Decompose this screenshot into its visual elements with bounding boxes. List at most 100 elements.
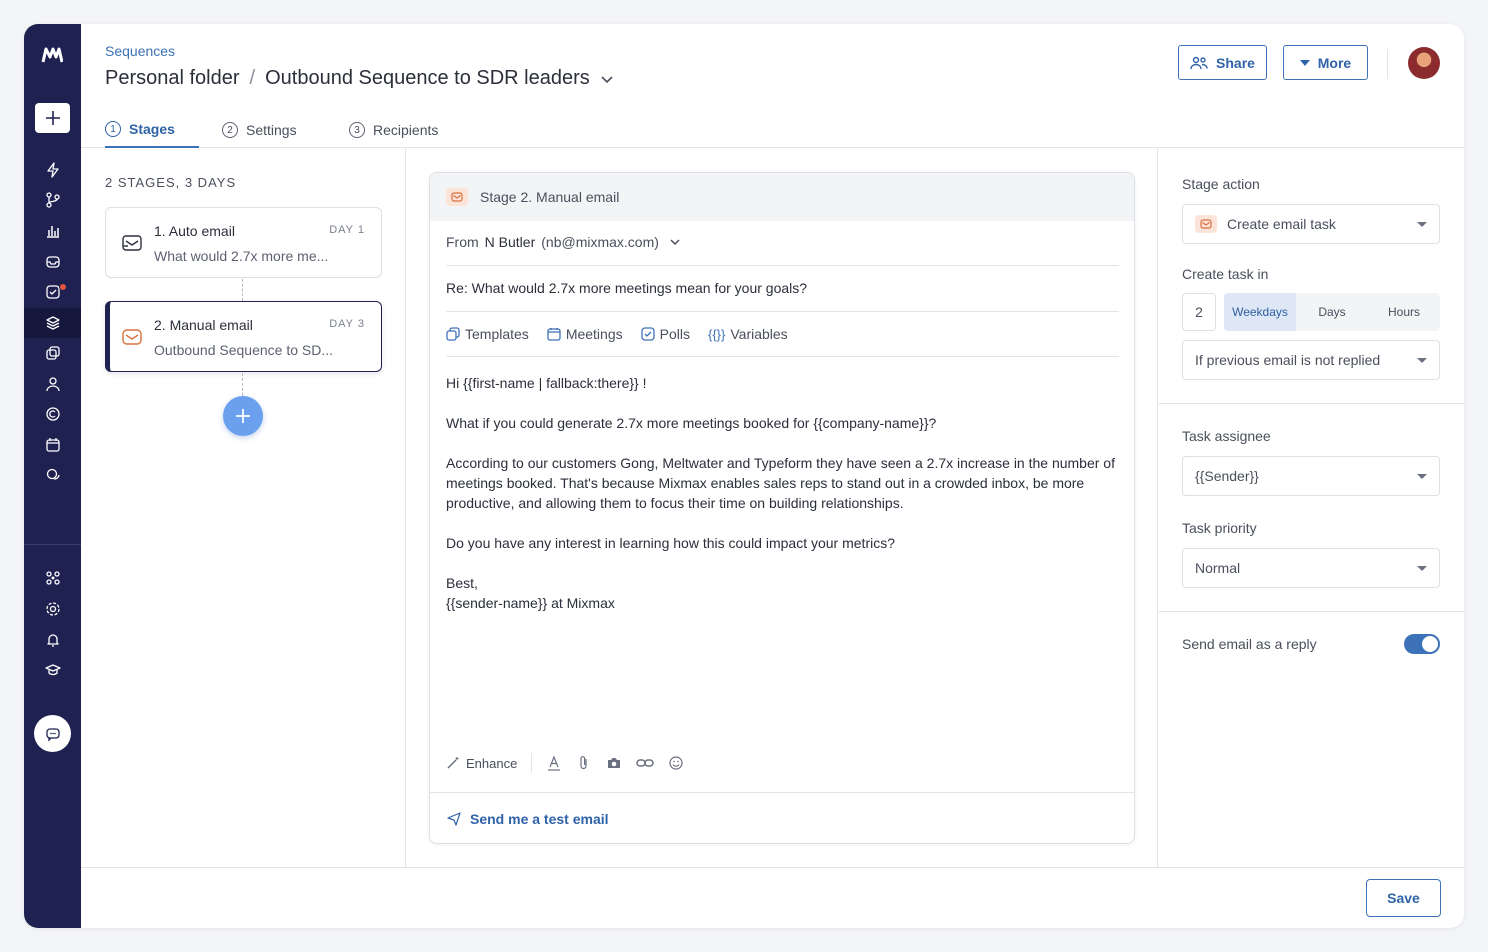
from-row[interactable]: From N Butler (nb@mixmax.com) [446,234,681,250]
subject-field[interactable]: Re: What would 2.7x more meetings mean f… [446,280,807,296]
more-button[interactable]: More [1283,45,1368,80]
section-divider [1158,611,1464,612]
magic-wand-icon [447,757,459,769]
format-toolbar: Enhance [446,753,684,773]
stage-settings-panel: Stage action Create email task Create ta… [1157,148,1464,867]
tab-settings[interactable]: 2 Settings [222,112,297,148]
unit-hours[interactable]: Hours [1368,293,1440,331]
condition-select[interactable]: If previous email is not replied [1182,340,1440,380]
add-stage-button[interactable] [223,396,263,436]
branch-icon[interactable] [24,185,81,215]
calendar-icon[interactable] [24,430,81,460]
task-priority-select[interactable]: Normal [1182,548,1440,588]
emoji-icon[interactable] [668,755,684,771]
notification-dot [59,283,67,291]
from-label: From [446,234,479,250]
auto-email-icon [122,235,142,251]
time-unit-toggle: Weekdays Days Hours [1224,293,1440,331]
manual-email-icon [122,329,142,345]
integrations-icon[interactable] [24,563,81,593]
settings-gear-icon[interactable] [24,594,81,624]
tab-label: Stages [129,121,175,137]
chevron-down-icon[interactable] [600,72,614,86]
stage-connector [242,279,243,301]
stage-preview: What would 2.7x more me... [154,248,329,264]
users-icon [1190,56,1208,69]
variables-button[interactable]: {{}} Variables [708,326,788,342]
sequence-name[interactable]: Outbound Sequence to SDR leaders [265,67,590,90]
tab-stages[interactable]: 1 Stages [105,112,199,148]
body-paragraph: What if you could generate 2.7x more mee… [446,415,937,431]
unit-weekdays[interactable]: Weekdays [1224,293,1296,331]
tab-label: Settings [246,122,297,138]
contacts-icon[interactable] [24,369,81,399]
footer-divider [81,867,1464,868]
templates-label: Templates [465,326,529,342]
mixmax-logo[interactable] [41,46,63,64]
unit-days[interactable]: Days [1296,293,1368,331]
polls-label: Polls [659,326,690,342]
sidebar-divider [24,544,81,545]
support-chat-button[interactable] [34,715,71,752]
graduation-cap-icon[interactable] [24,655,81,685]
send-test-label: Send me a test email [470,811,609,827]
envelope-icon [1195,215,1217,233]
bar-chart-icon[interactable] [24,216,81,246]
folder-name[interactable]: Personal folder [105,67,240,90]
sidebar [24,24,81,928]
caret-down-icon [1299,59,1310,66]
send-as-reply-toggle[interactable] [1404,634,1440,654]
tab-label: Recipients [373,122,439,138]
templates-icon [446,327,460,341]
tab-recipients[interactable]: 3 Recipients [349,112,438,148]
stage-title: Stage 2. Manual email [480,189,620,205]
task-assignee-value: {{Sender}} [1195,468,1259,484]
stage-day: DAY 3 [329,318,365,330]
sequences-icon[interactable] [24,308,81,338]
inbox-icon[interactable] [24,247,81,277]
lightning-icon[interactable] [24,155,81,185]
task-assignee-select[interactable]: {{Sender}} [1182,456,1440,496]
divider [446,265,1119,266]
copyright-icon[interactable] [24,399,81,429]
avatar[interactable] [1408,47,1440,79]
app-window: Sequences Personal folder / Outbound Seq… [24,24,1464,928]
meetings-button[interactable]: Meetings [547,326,623,342]
tab-bar: 1 Stages 2 Settings 3 Recipients [81,112,1464,148]
templates-button[interactable]: Templates [446,326,529,342]
chevron-down-icon[interactable] [669,236,681,248]
stage-card-auto-email[interactable]: 1. Auto email DAY 1 What would 2.7x more… [105,207,382,278]
polls-button[interactable]: Polls [640,326,690,342]
chat-bubbles-icon[interactable] [24,460,81,490]
condition-value: If previous email is not replied [1195,352,1381,368]
bell-icon[interactable] [24,625,81,655]
share-button[interactable]: Share [1178,45,1267,80]
caret-down-icon [1417,358,1427,363]
stage-action-select[interactable]: Create email task [1182,204,1440,244]
calendar-icon [547,328,561,341]
task-priority-label: Task priority [1182,520,1257,536]
text-format-icon[interactable] [546,755,562,771]
email-body[interactable]: Hi {{first-name | fallback:there}} ! Wha… [446,373,1122,613]
save-button[interactable]: Save [1366,879,1441,917]
section-divider [1158,403,1464,404]
tasks-icon[interactable] [24,277,81,307]
send-test-email-link[interactable]: Send me a test email [446,811,609,827]
camera-icon[interactable] [606,755,622,771]
link-icon[interactable] [636,755,655,771]
stage-card-manual-email[interactable]: 2. Manual email DAY 3 Outbound Sequence … [105,301,382,372]
stage-connector [242,373,243,396]
new-button[interactable] [35,103,70,133]
task-delay-input[interactable]: 2 [1182,293,1216,331]
body-paragraph: Hi {{first-name | fallback:there}} ! [446,375,647,391]
stage-day: DAY 1 [329,224,365,236]
stage-name: 2. Manual email [154,317,253,333]
meetings-label: Meetings [565,326,623,342]
breadcrumb[interactable]: Sequences [105,43,175,59]
email-editor: Stage 2. Manual email From N Butler (nb@… [429,172,1135,844]
title-separator: / [249,67,256,89]
stage-name: 1. Auto email [154,223,235,239]
paperclip-icon[interactable] [576,755,592,771]
enhance-button[interactable]: Enhance [446,756,517,771]
templates-icon[interactable] [24,338,81,368]
